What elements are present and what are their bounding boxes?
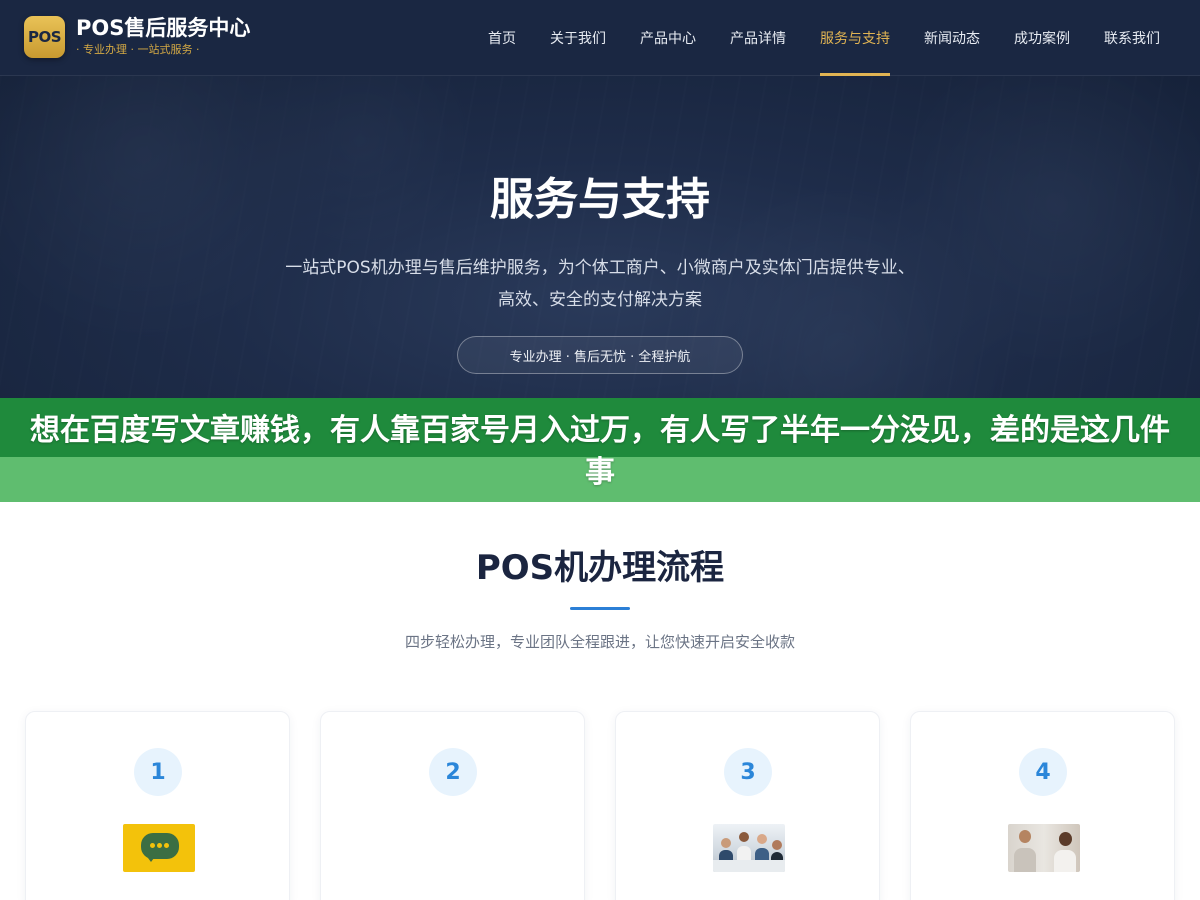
nav-item-product-details[interactable]: 产品详情 bbox=[730, 0, 786, 76]
hero-tagline-pill: 专业办理 · 售后无忧 · 全程护航 bbox=[457, 336, 743, 374]
article-headline[interactable]: 想在百度写文章赚钱，有人靠百家号月入过万，有人写了半年一分没见，差的是这几件事 bbox=[20, 410, 1180, 494]
process-step-card: 3 bbox=[615, 711, 880, 900]
logo-badge-text: POS bbox=[27, 28, 62, 46]
nav-item-cases[interactable]: 成功案例 bbox=[1014, 0, 1070, 76]
nav-item-news[interactable]: 新闻动态 bbox=[924, 0, 980, 76]
site-header: POS POS售后服务中心 · 专业办理 · 一站式服务 · 首页 关于我们 产… bbox=[0, 0, 1200, 76]
site-tagline: · 专业办理 · 一站式服务 · bbox=[76, 43, 200, 56]
main-nav: 首页 关于我们 产品中心 产品详情 服务与支持 新闻动态 成功案例 联系我们 bbox=[488, 0, 1160, 76]
step-number-badge: 2 bbox=[429, 748, 477, 796]
logo-icon[interactable]: POS bbox=[24, 16, 65, 58]
nav-item-home[interactable]: 首页 bbox=[488, 0, 516, 76]
step-number-badge: 1 bbox=[134, 748, 182, 796]
process-step-card: 1 bbox=[25, 711, 290, 900]
hero-title: 服务与支持 bbox=[490, 174, 710, 225]
chat-bubble-image bbox=[123, 824, 195, 872]
meeting-image bbox=[1008, 824, 1080, 872]
nav-item-service-support[interactable]: 服务与支持 bbox=[820, 0, 890, 76]
nav-item-products[interactable]: 产品中心 bbox=[640, 0, 696, 76]
process-step-card: 4 bbox=[910, 711, 1175, 900]
nav-item-contact[interactable]: 联系我们 bbox=[1104, 0, 1160, 76]
step-number-badge: 4 bbox=[1019, 748, 1067, 796]
process-step-card: 2 bbox=[320, 711, 585, 900]
site-title[interactable]: POS售后服务中心 bbox=[76, 15, 250, 41]
step-number-badge: 3 bbox=[724, 748, 772, 796]
office-team-image bbox=[713, 824, 785, 872]
process-description: 四步轻松办理，专业团队全程跟进，让您快速开启安全收款 bbox=[404, 633, 795, 651]
title-underline bbox=[570, 607, 630, 610]
hero-description: 一站式POS机办理与售后维护服务，为个体工商户、小微商户及实体门店提供专业、高效… bbox=[285, 258, 915, 310]
nav-item-about[interactable]: 关于我们 bbox=[550, 0, 606, 76]
process-title: POS机办理流程 bbox=[475, 548, 725, 588]
hero-section: 服务与支持 一站式POS机办理与售后维护服务，为个体工商户、小微商户及实体门店提… bbox=[0, 76, 1200, 398]
